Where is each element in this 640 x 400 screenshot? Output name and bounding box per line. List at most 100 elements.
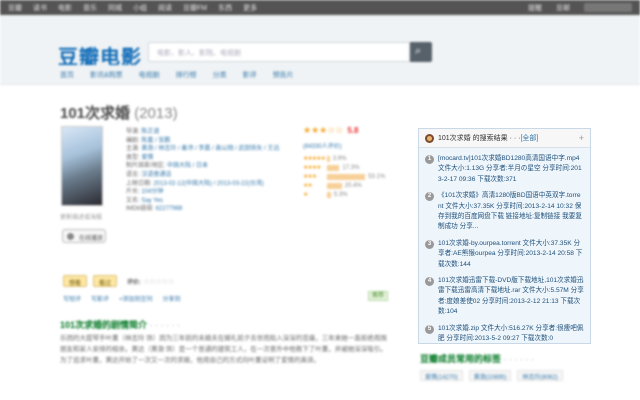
rating-stars: ★★★☆☆ 5.8 bbox=[303, 125, 395, 136]
tag-item[interactable]: 爱情(14270) bbox=[420, 370, 463, 381]
tags-list: 爱情(14270) 黄渤(10895) 林志玲(8062) bbox=[420, 370, 563, 381]
panel-header: 101次求婚 的搜索结果 · · · [全部] + bbox=[419, 129, 590, 148]
info-key: 类型: bbox=[126, 154, 140, 161]
info-row: 语言: 汉语普通话 bbox=[126, 171, 296, 180]
histogram-stars: ★ bbox=[303, 192, 308, 198]
tags-section-title: 豆瓣成员常用的标签 bbox=[420, 352, 534, 365]
info-key: 编剧: bbox=[126, 137, 140, 144]
histogram-percent: 5.3% bbox=[333, 191, 348, 198]
action-link[interactable]: 写短评 bbox=[63, 294, 81, 303]
rate-stars-icon[interactable]: ☆☆☆☆☆ bbox=[143, 277, 175, 286]
panel-title: 101次求婚 的搜索结果 · · · bbox=[438, 135, 521, 142]
info-row: 又名: Say Yes bbox=[126, 197, 296, 206]
top-nav-item[interactable]: 读书 bbox=[33, 3, 47, 13]
info-value[interactable]: 中国大陆 / 日本 bbox=[167, 163, 208, 169]
histogram-percent: 3.9% bbox=[332, 155, 347, 162]
top-nav: 豆瓣 读书 电影 音乐 同城 小组 阅读 豆瓣FM 东西 更多 bbox=[8, 3, 257, 13]
top-nav-item[interactable]: 东西 bbox=[218, 3, 232, 13]
movie-year: (2013) bbox=[134, 105, 178, 122]
search-input[interactable]: 电影、影人、影院、电视剧 bbox=[148, 42, 410, 62]
result-number: 5 bbox=[425, 324, 434, 334]
info-value[interactable]: 爱情 bbox=[141, 155, 153, 161]
subnav-item[interactable]: 预告片 bbox=[273, 70, 294, 80]
histogram-bar bbox=[327, 182, 342, 189]
histogram-stars: ★★★★ bbox=[303, 165, 322, 171]
page-title: 101次求婚 (2013) bbox=[60, 102, 178, 123]
subnav-item[interactable]: 排行榜 bbox=[176, 70, 197, 80]
plot-section-title: 101次求婚的剧情简介 bbox=[60, 318, 180, 331]
info-value[interactable]: tt2277988 bbox=[156, 206, 183, 212]
result-link[interactable]: 101次求婚.zip 文件大小:516.27K 分享者:很痩吧佩肥 分享时间:2… bbox=[438, 324, 584, 345]
info-value[interactable]: 陈正道 bbox=[141, 129, 159, 135]
result-item: 4 101次求婚迅雷下载-DVD版下载地址,101次求婚迅雷下载迅雷高清下载地址.… bbox=[419, 276, 590, 318]
top-nav-item[interactable]: 音乐 bbox=[83, 3, 97, 13]
rating-votes[interactable]: (84330人评价) bbox=[303, 141, 395, 150]
histogram-percent: 20.4% bbox=[344, 182, 362, 189]
top-nav-item[interactable]: 豆瓣 bbox=[8, 3, 22, 13]
subnav-item[interactable]: 分类 bbox=[213, 70, 227, 80]
movie-poster[interactable] bbox=[61, 126, 103, 206]
result-item: 3 101次求婚-by.ourpea.torrent 文件大小:37.35K 分享… bbox=[419, 239, 590, 270]
action-link[interactable]: 分享到 bbox=[163, 294, 181, 303]
info-key: 导演: bbox=[126, 129, 140, 135]
star-icon: ★★★☆☆ bbox=[303, 125, 344, 135]
result-item: 2 《101次求婚》高清1280版BD国语中英双字.torrent 文件大小:37… bbox=[419, 191, 590, 233]
action-row: 想看 看过 评价: ☆☆☆☆☆ bbox=[63, 275, 175, 287]
result-number: 2 bbox=[425, 192, 434, 202]
histogram-row: ★★★ 53.1% bbox=[303, 172, 395, 181]
info-row: 片长: 104分钟 bbox=[126, 188, 296, 197]
expand-icon[interactable]: + bbox=[579, 133, 584, 143]
info-row: 类型: 爱情 bbox=[126, 154, 296, 163]
play-online-button[interactable]: 在线播放 bbox=[62, 229, 106, 243]
tag-item[interactable]: 林志玲(8062) bbox=[517, 370, 563, 381]
histogram-row: ★ 5.3% bbox=[303, 190, 395, 199]
info-value[interactable]: 黄渤 / 林志玲 / 秦沛 / 李晨 / 高以翔 / 武田铁矢 / 王迅 bbox=[141, 146, 279, 152]
top-nav-item[interactable]: 豆瓣FM bbox=[183, 3, 207, 13]
result-link[interactable]: [mocard.tv]101次求婚BD1280高清国语中字.mp4 文件大小:1… bbox=[438, 154, 584, 185]
plot-summary: 乐团的大提琴手叶薰（林志玲 饰）因为三年前的未婚夫在婚礼前夕去世而陷入深深的悲痛… bbox=[60, 335, 387, 364]
recommend-button[interactable]: 推荐 bbox=[368, 291, 388, 301]
info-value[interactable]: 陈嘉 / 张鹏 bbox=[141, 138, 170, 144]
histogram-row: ★★★★ 17.3% bbox=[303, 163, 395, 172]
histogram-bar bbox=[327, 164, 340, 171]
histogram-bar bbox=[327, 155, 330, 162]
histogram-stars: ★★ bbox=[303, 183, 313, 189]
all-results-link[interactable]: [全部] bbox=[520, 133, 538, 143]
poster-caption[interactable]: 更新描述或海报 bbox=[60, 212, 102, 221]
search-button[interactable]: ⌕ bbox=[410, 42, 432, 62]
subnav-item[interactable]: 影评 bbox=[243, 70, 257, 80]
top-nav-item[interactable]: 小组 bbox=[133, 3, 147, 13]
result-link[interactable]: 《101次求婚》高清1280版BD国语中英双字.torrent 文件大小:37.… bbox=[438, 191, 584, 233]
movie-title: 101次求婚 bbox=[60, 105, 131, 122]
top-nav-item[interactable]: 电影 bbox=[58, 3, 72, 13]
subnav-item[interactable]: 首页 bbox=[60, 70, 74, 80]
results-list: 1 [mocard.tv]101次求婚BD1280高清国语中字.mp4 文件大小:… bbox=[419, 154, 590, 345]
info-key: IMDb链接: bbox=[126, 206, 155, 213]
info-value[interactable]: 104分钟 bbox=[141, 189, 163, 195]
top-nav-item[interactable]: 同城 bbox=[108, 3, 122, 13]
result-link[interactable]: 101次求婚迅雷下载-DVD版下载地址,101次求婚迅雷下载迅雷高清下载地址.r… bbox=[438, 276, 584, 318]
tag-item[interactable]: 黄渤(10895) bbox=[468, 370, 512, 381]
top-search-input[interactable] bbox=[584, 3, 632, 12]
action-links: 写短评 写影评 +添加到豆列 分享到 bbox=[63, 294, 181, 303]
info-key: 片长: bbox=[126, 189, 140, 196]
top-nav-item[interactable]: 阅读 bbox=[158, 3, 172, 13]
result-link[interactable]: 101次求婚-by.ourpea.torrent 文件大小:37.35K 分享者… bbox=[438, 239, 584, 270]
top-link-mail[interactable]: 豆邮 bbox=[556, 3, 570, 13]
seen-button[interactable]: 看过 bbox=[93, 275, 118, 287]
subnav-item[interactable]: 影讯&购票 bbox=[90, 70, 123, 80]
subnav-item[interactable]: 电视剧 bbox=[139, 70, 160, 80]
top-link-remind[interactable]: 提醒 bbox=[528, 3, 542, 13]
want-to-watch-button[interactable]: 想看 bbox=[63, 275, 88, 287]
my-rating-label: 评价: bbox=[127, 279, 142, 286]
action-link[interactable]: 写影评 bbox=[91, 294, 109, 303]
info-value[interactable]: 汉语普通话 bbox=[141, 172, 171, 178]
info-value[interactable]: 2013-02-12(中国大陆) / 2013-03-22(台湾) bbox=[153, 181, 263, 187]
result-number: 4 bbox=[425, 277, 434, 287]
action-link[interactable]: +添加到豆列 bbox=[119, 294, 153, 303]
info-value[interactable]: Say Yes bbox=[141, 198, 163, 204]
rating-histogram: ★★★★★ 3.9% ★★★★ 17.3% ★★★ 53.1% ★★ 20.4% ★ 5.3% bbox=[303, 154, 395, 199]
top-nav-item[interactable]: 更多 bbox=[243, 3, 257, 13]
histogram-stars: ★★★★★ bbox=[303, 156, 326, 162]
result-item: 5 101次求婚.zip 文件大小:516.27K 分享者:很痩吧佩肥 分享时间:… bbox=[419, 324, 590, 345]
